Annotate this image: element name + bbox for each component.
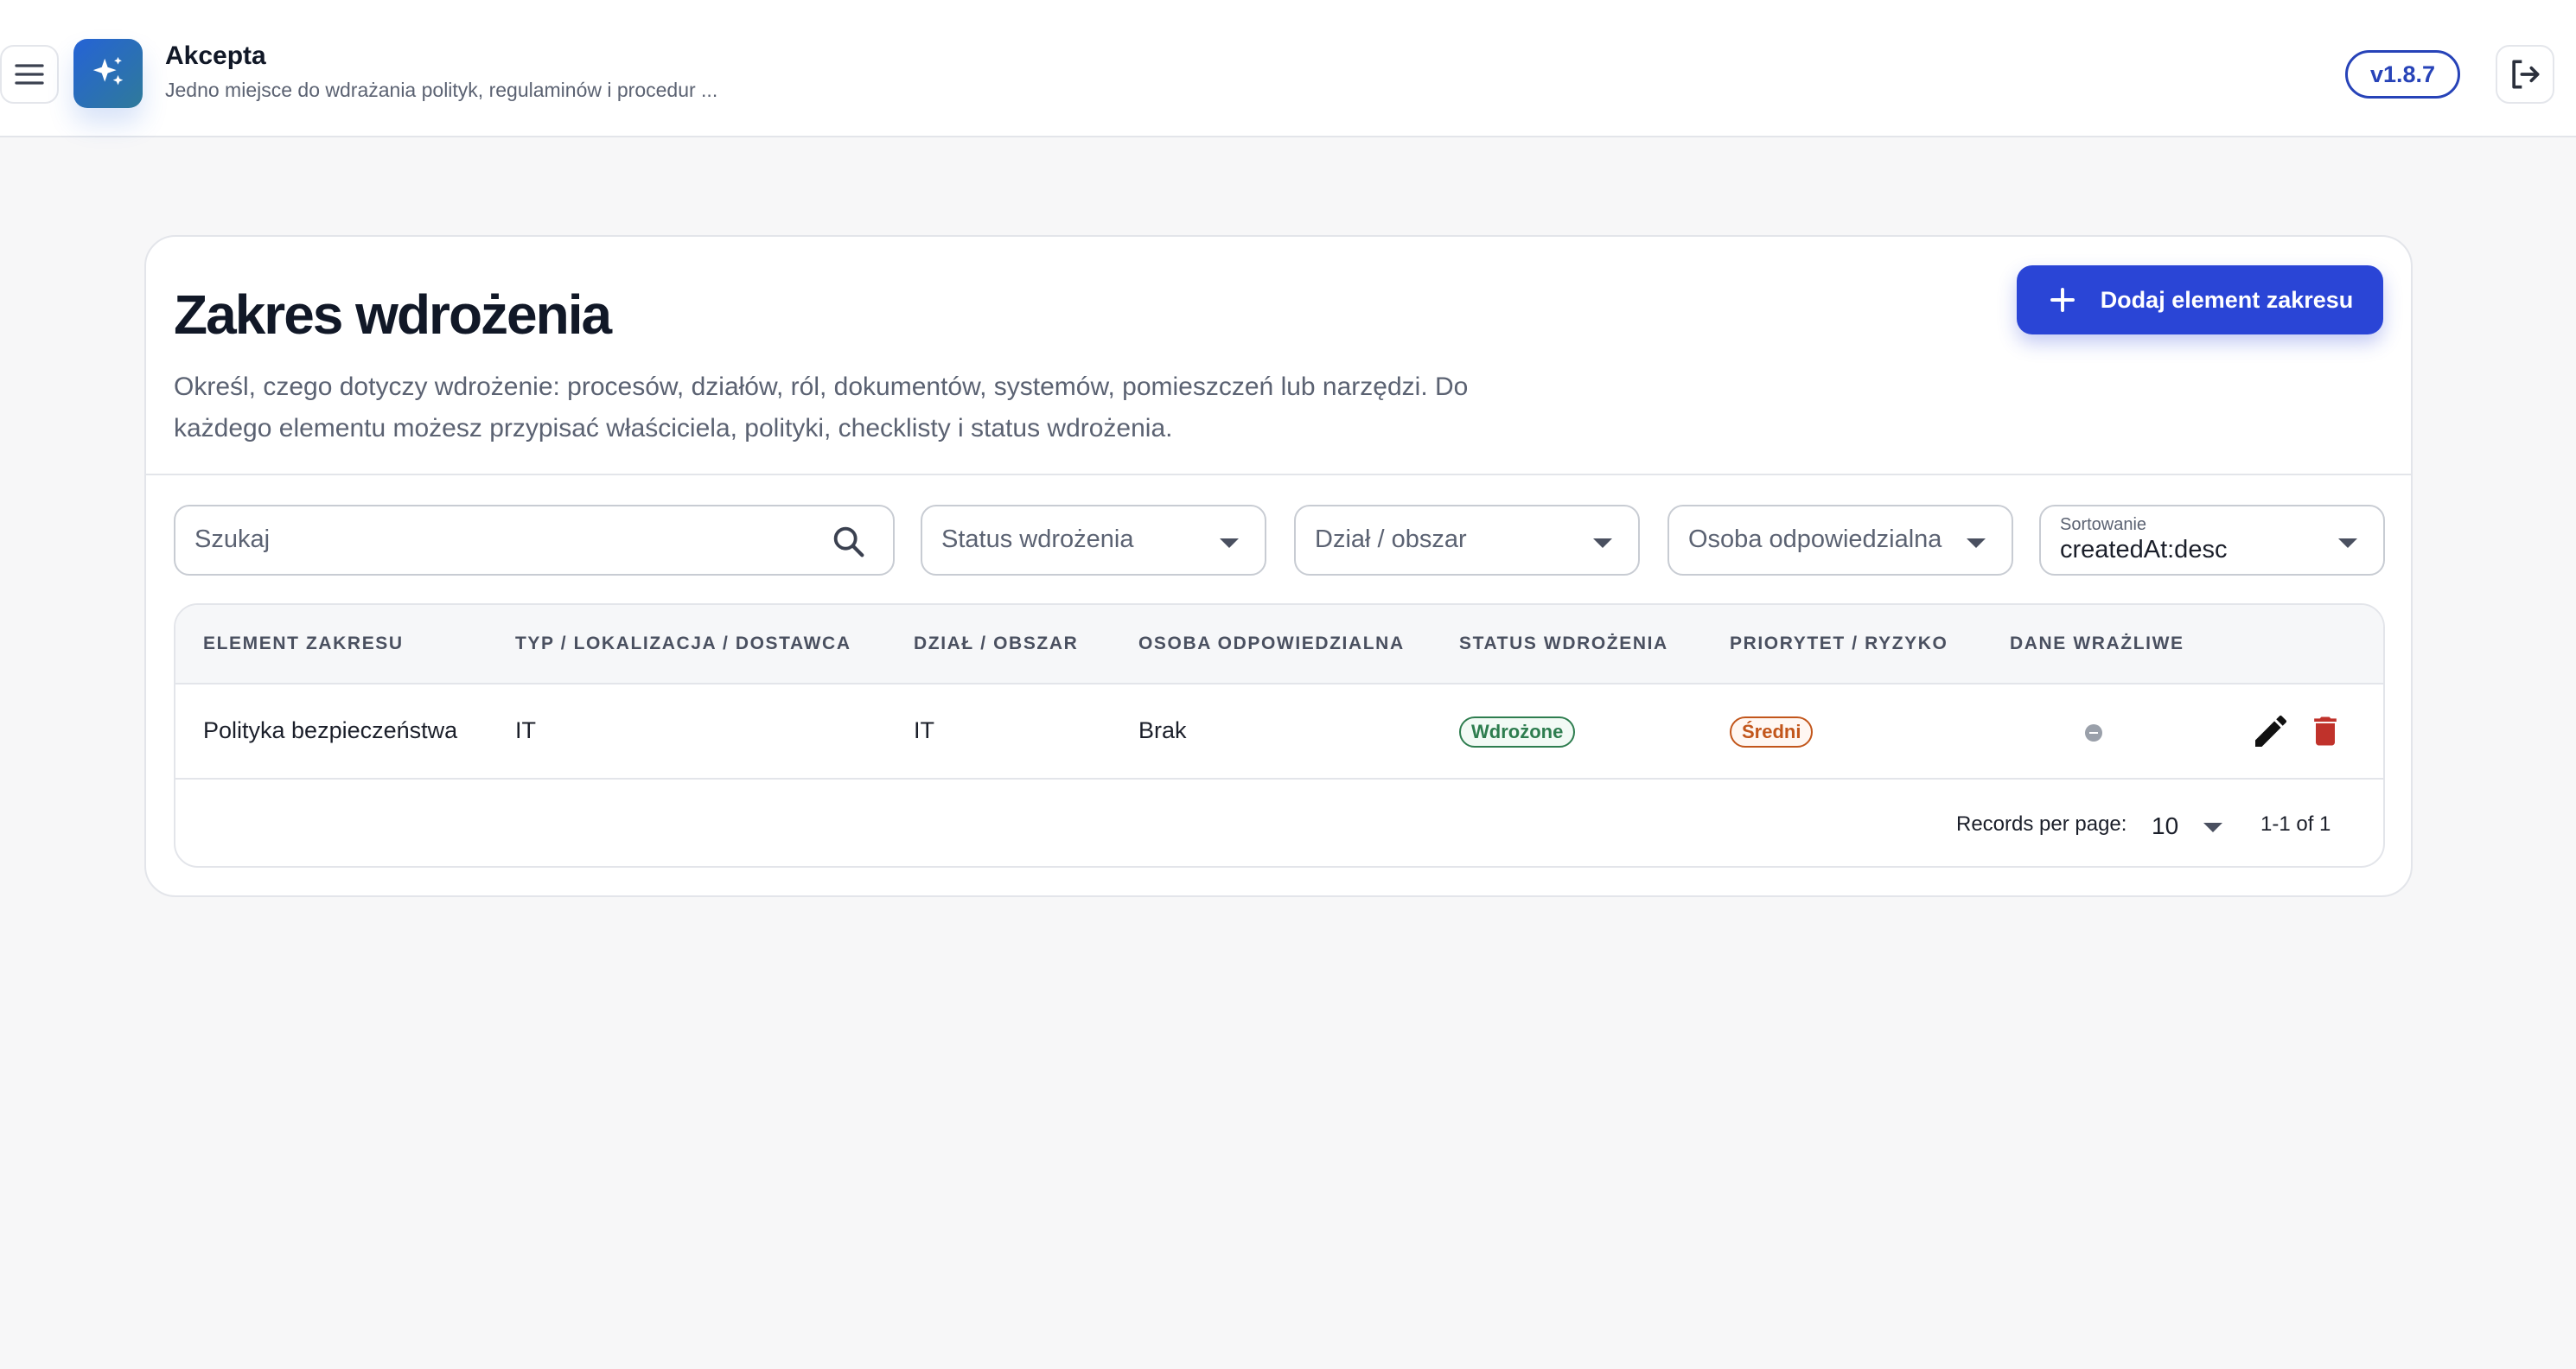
chevron-down-icon — [1220, 538, 1239, 548]
records-per-page-select[interactable]: 10 — [2152, 804, 2235, 847]
table-header: ELEMENT ZAKRESU TYP / LOKALIZACJA / DOST… — [175, 605, 2383, 684]
search-placeholder: Szukaj — [194, 525, 271, 553]
trash-icon — [2314, 716, 2337, 746]
status-filter-placeholder: Status wdrożenia — [941, 525, 1134, 553]
column-header-element[interactable]: ELEMENT ZAKRESU — [203, 634, 404, 654]
column-header-priority[interactable]: PRIORYTET / RYZYKO — [1730, 634, 1948, 654]
department-filter-placeholder: Dział / obszar — [1315, 525, 1467, 553]
pencil-icon — [2255, 715, 2286, 747]
department-filter-select[interactable]: Dział / obszar — [1294, 505, 1640, 576]
scope-table: ELEMENT ZAKRESU TYP / LOKALIZACJA / DOST… — [174, 603, 2385, 868]
hamburger-menu-icon — [15, 64, 44, 85]
page-title: Zakres wdrożenia — [174, 283, 612, 346]
sort-value: createdAt:desc — [2060, 536, 2228, 564]
sort-label: Sortowanie — [2060, 515, 2147, 534]
minus-circle-icon — [2085, 724, 2102, 742]
chevron-down-icon — [1593, 538, 1612, 548]
column-header-sensitive[interactable]: DANE WRAŻLIWE — [2010, 634, 2184, 654]
search-input[interactable]: Szukaj — [174, 505, 895, 576]
owner-filter-select[interactable]: Osoba odpowiedzialna — [1667, 505, 2013, 576]
records-per-page-label: Records per page: — [1956, 812, 2127, 836]
priority-badge: Średni — [1730, 716, 1814, 748]
app-name: Akcepta — [165, 41, 266, 70]
column-header-type[interactable]: TYP / LOKALIZACJA / DOSTAWCA — [515, 634, 851, 654]
column-header-department[interactable]: DZIAŁ / OBSZAR — [914, 634, 1078, 654]
sparkles-icon — [92, 56, 124, 86]
chevron-down-icon — [2338, 538, 2357, 548]
records-per-page-value: 10 — [2152, 812, 2179, 839]
version-badge: v1.8.7 — [2345, 50, 2460, 99]
table-row[interactable]: Polityka bezpieczeństwa IT IT Brak Wdroż… — [175, 684, 2383, 780]
status-badge: Wdrożone — [1459, 716, 1576, 748]
edit-button[interactable] — [2250, 710, 2292, 752]
add-scope-element-button[interactable]: Dodaj element zakresu — [2017, 265, 2383, 334]
delete-button[interactable] — [2306, 710, 2344, 752]
cell-type: IT — [515, 717, 536, 743]
owner-filter-placeholder: Osoba odpowiedzialna — [1688, 525, 1942, 553]
cell-element: Polityka bezpieczeństwa — [203, 717, 458, 743]
search-icon — [833, 526, 864, 557]
divider — [146, 474, 2411, 475]
menu-button[interactable] — [0, 45, 59, 104]
page-description: Określ, czego dotyczy wdrożenie: procesó… — [174, 372, 1469, 443]
pagination-range: 1-1 of 1 — [2260, 812, 2331, 836]
add-scope-element-label: Dodaj element zakresu — [2100, 286, 2354, 313]
cell-department: IT — [914, 717, 934, 743]
chevron-down-icon — [2203, 823, 2222, 832]
status-filter-select[interactable]: Status wdrożenia — [921, 505, 1266, 576]
logout-button[interactable] — [2496, 45, 2554, 104]
app-tagline: Jedno miejsce do wdrażania polityk, regu… — [165, 79, 718, 101]
table-pagination: Records per page: 10 1-1 of 1 — [175, 781, 2383, 866]
app-logo — [73, 39, 143, 108]
logout-icon — [2512, 60, 2540, 89]
column-header-status[interactable]: STATUS WDROŻENIA — [1459, 634, 1668, 654]
top-bar: Akcepta Jedno miejsce do wdrażania polit… — [0, 0, 2576, 137]
plus-icon — [2050, 288, 2075, 312]
chevron-down-icon — [1967, 538, 1986, 548]
cell-owner: Brak — [1138, 717, 1187, 743]
sort-select[interactable]: Sortowanie createdAt:desc — [2039, 505, 2385, 576]
scope-card: Zakres wdrożenia Określ, czego dotyczy w… — [144, 235, 2413, 897]
column-header-owner[interactable]: OSOBA ODPOWIEDZIALNA — [1138, 634, 1405, 654]
